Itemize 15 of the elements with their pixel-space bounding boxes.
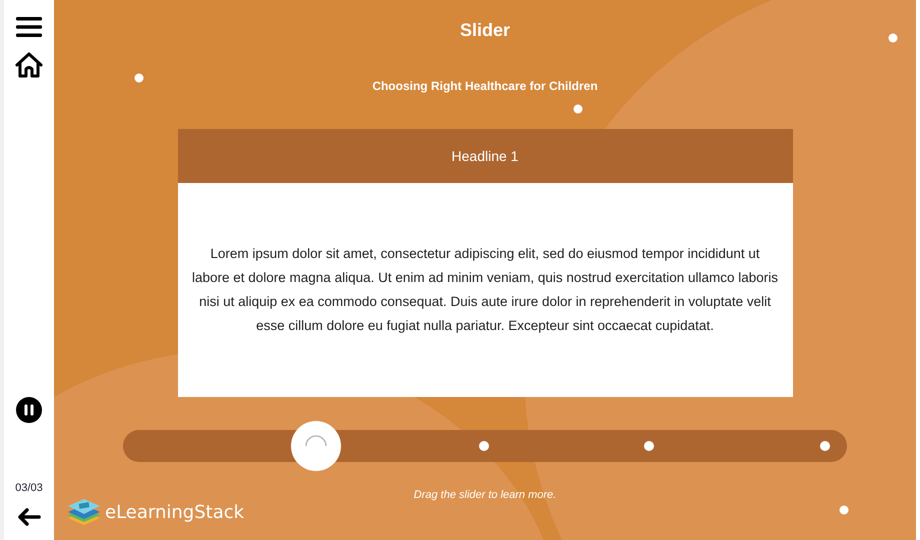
stack-logo-icon xyxy=(66,497,102,527)
slide-subtitle: Choosing Right Healthcare for Children xyxy=(372,79,598,93)
back-arrow-icon[interactable] xyxy=(17,508,41,526)
slider-stop[interactable] xyxy=(644,441,654,451)
slider-hint: Drag the slider to learn more. xyxy=(414,489,556,501)
slider-stop[interactable] xyxy=(820,441,830,451)
brand-name: eLearningStack xyxy=(105,502,244,522)
page-counter: 03/03 xyxy=(15,482,43,494)
pause-icon[interactable] xyxy=(16,397,42,423)
slider-stop[interactable] xyxy=(479,441,490,451)
card-text: Lorem ipsum dolor sit amet, consectetur adipiscing elit, sed do eiusmod tempor incididunt ut labore et dolore magna aliqua. Ut enim ad minim veniam, quis nostrud exercitation ullamco laboris nisi ut aliquip ex ea commodo consequat. Duis aute irure dolor in reprehenderit in voluptate velit esse cillum dolore eu fugiat nulla pariatur. Excepteur sint occaecat cupidatat. xyxy=(192,245,778,335)
card-headline: Headline 1 xyxy=(452,148,518,164)
home-icon[interactable] xyxy=(15,52,43,78)
menu-icon[interactable] xyxy=(16,16,42,38)
slide-title: Slider xyxy=(460,20,510,41)
